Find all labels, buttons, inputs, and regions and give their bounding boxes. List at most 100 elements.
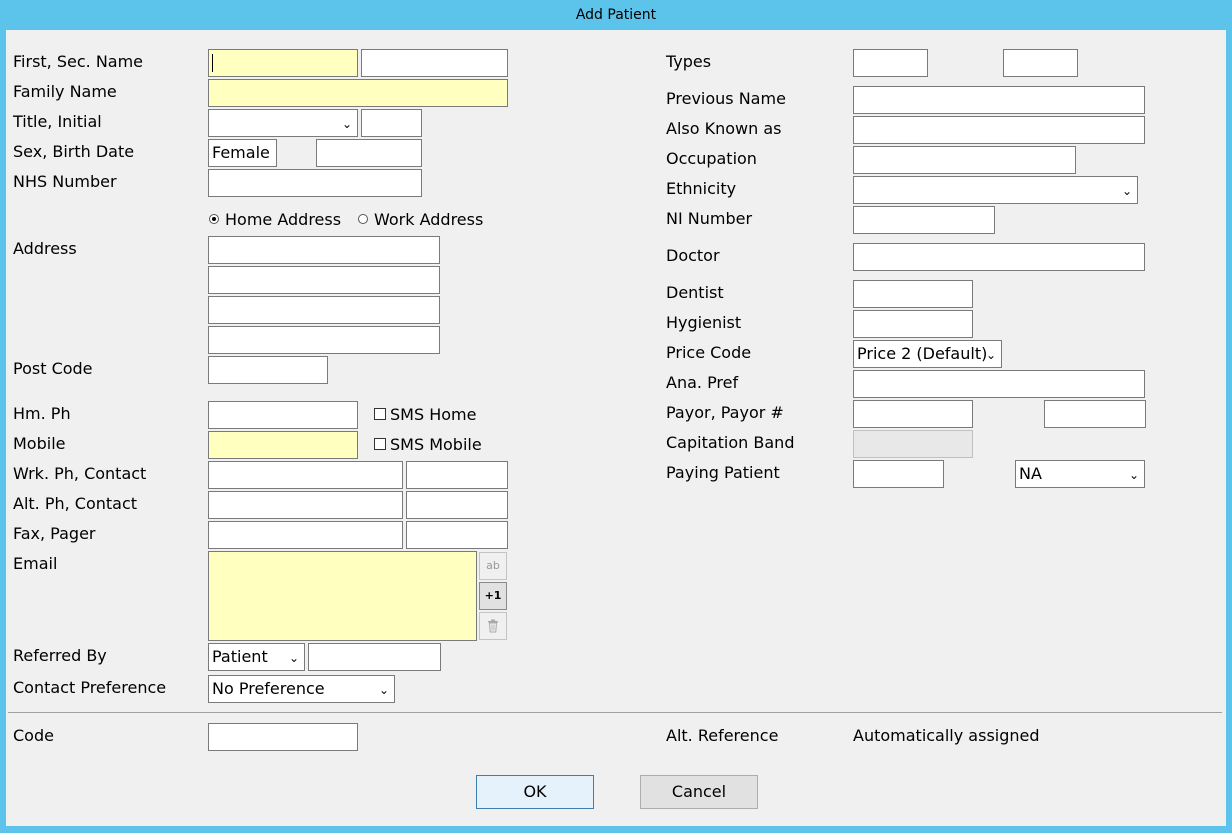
sex-value: Female — [212, 143, 270, 162]
paying-patient-select[interactable]: NA ⌄ — [1015, 460, 1145, 488]
dentist-label: Dentist — [666, 283, 724, 302]
work-contact-input[interactable] — [406, 461, 508, 489]
email-edit-button[interactable]: ab — [479, 552, 507, 580]
email-plus-one-label: +1 — [484, 589, 502, 602]
price-code-select[interactable]: Price 2 (Default) ⌄ — [853, 340, 1002, 368]
also-known-as-input[interactable] — [853, 116, 1145, 144]
nhs-number-input[interactable] — [208, 169, 422, 197]
types-label: Types — [666, 52, 712, 71]
capitation-band-label: Capitation Band — [666, 433, 795, 452]
address-line-1-input[interactable] — [208, 236, 440, 264]
window-frame-left — [0, 0, 6, 833]
chevron-down-icon: ⌄ — [1121, 184, 1132, 198]
email-edit-icon: ab — [486, 559, 500, 572]
pager-input[interactable] — [406, 521, 508, 549]
chevron-down-icon: ⌄ — [288, 651, 299, 665]
sms-home-checkbox[interactable] — [374, 408, 386, 420]
post-code-label: Post Code — [13, 359, 93, 378]
trash-icon — [488, 619, 498, 633]
work-phone-input[interactable] — [208, 461, 403, 489]
alt-phone-input[interactable] — [208, 491, 403, 519]
contact-preference-value: No Preference — [212, 679, 325, 698]
address-label: Address — [13, 239, 77, 258]
address-line-4-input[interactable] — [208, 326, 440, 354]
type-1-input[interactable] — [853, 49, 928, 77]
doctor-input[interactable] — [853, 243, 1145, 271]
hygienist-input[interactable] — [853, 310, 973, 338]
address-line-2-input[interactable] — [208, 266, 440, 294]
dentist-input[interactable] — [853, 280, 973, 308]
home-address-label[interactable]: Home Address — [225, 210, 341, 230]
code-label: Code — [13, 726, 54, 745]
alt-reference-label: Alt. Reference — [666, 726, 779, 745]
sex-field[interactable]: Female — [208, 139, 277, 167]
ethnicity-label: Ethnicity — [666, 179, 737, 198]
first-sec-name-label: First, Sec. Name — [13, 52, 144, 71]
capitation-band-input — [853, 430, 973, 458]
birth-date-input[interactable] — [316, 139, 422, 167]
paying-patient-value: NA — [1019, 464, 1042, 483]
code-input[interactable] — [208, 723, 358, 751]
fax-input[interactable] — [208, 521, 403, 549]
initial-input[interactable] — [361, 109, 422, 137]
title-initial-label: Title, Initial — [13, 112, 102, 131]
alt-phone-label: Alt. Ph, Contact — [13, 494, 138, 513]
work-address-label[interactable]: Work Address — [374, 210, 483, 230]
contact-preference-label: Contact Preference — [13, 678, 167, 697]
window-title: Add Patient — [575, 7, 657, 23]
doctor-label: Doctor — [666, 246, 720, 265]
email-label: Email — [13, 554, 58, 573]
second-name-input[interactable] — [361, 49, 508, 77]
contact-preference-select[interactable]: No Preference ⌄ — [208, 675, 395, 703]
chevron-down-icon: ⌄ — [1128, 468, 1139, 482]
occupation-input[interactable] — [853, 146, 1076, 174]
sms-mobile-label[interactable]: SMS Mobile — [390, 435, 482, 455]
ok-button[interactable]: OK — [476, 775, 594, 809]
email-delete-button[interactable] — [479, 612, 507, 640]
first-name-input[interactable] — [208, 49, 358, 77]
address-line-3-input[interactable] — [208, 296, 440, 324]
email-textarea[interactable] — [208, 551, 477, 641]
alt-contact-input[interactable] — [406, 491, 508, 519]
chevron-down-icon: ⌄ — [378, 683, 389, 697]
type-2-input[interactable] — [1003, 49, 1078, 77]
alt-reference-value: Automatically assigned — [853, 726, 1040, 745]
home-phone-input[interactable] — [208, 401, 358, 429]
mobile-label: Mobile — [13, 434, 66, 453]
family-name-input[interactable] — [208, 79, 508, 107]
ni-number-input[interactable] — [853, 206, 995, 234]
hygienist-label: Hygienist — [666, 313, 742, 332]
price-code-value: Price 2 (Default) — [857, 344, 988, 363]
work-phone-label: Wrk. Ph, Contact — [13, 464, 147, 483]
sms-home-label[interactable]: SMS Home — [390, 405, 476, 425]
payor-input[interactable] — [853, 400, 973, 428]
referred-by-input[interactable] — [308, 643, 441, 671]
payor-label: Payor, Payor # — [666, 403, 784, 422]
sms-mobile-checkbox[interactable] — [374, 438, 386, 450]
sex-birth-date-label: Sex, Birth Date — [13, 142, 135, 161]
occupation-label: Occupation — [666, 149, 757, 168]
family-name-label: Family Name — [13, 82, 117, 101]
work-address-radio[interactable] — [358, 214, 368, 224]
post-code-input[interactable] — [208, 356, 328, 384]
fax-pager-label: Fax, Pager — [13, 524, 96, 543]
nhs-number-label: NHS Number — [13, 172, 117, 191]
paying-patient-input[interactable] — [853, 460, 944, 488]
window-frame-bottom — [0, 826, 1232, 833]
ana-pref-input[interactable] — [853, 370, 1145, 398]
payor-number-input[interactable] — [1044, 400, 1146, 428]
previous-name-label: Previous Name — [666, 89, 786, 108]
referred-by-select[interactable]: Patient ⌄ — [208, 643, 305, 671]
previous-name-input[interactable] — [853, 86, 1145, 114]
mobile-input[interactable] — [208, 431, 358, 459]
referred-by-label: Referred By — [13, 646, 107, 665]
ethnicity-select[interactable]: ⌄ — [853, 176, 1138, 204]
price-code-label: Price Code — [666, 343, 752, 362]
title-select[interactable]: ⌄ — [208, 109, 358, 137]
cancel-button[interactable]: Cancel — [640, 775, 758, 809]
separator — [8, 712, 1222, 713]
chevron-down-icon: ⌄ — [985, 348, 996, 362]
home-address-radio[interactable] — [209, 214, 219, 224]
email-add-button[interactable]: +1 — [479, 582, 507, 610]
referred-by-value: Patient — [212, 647, 268, 666]
